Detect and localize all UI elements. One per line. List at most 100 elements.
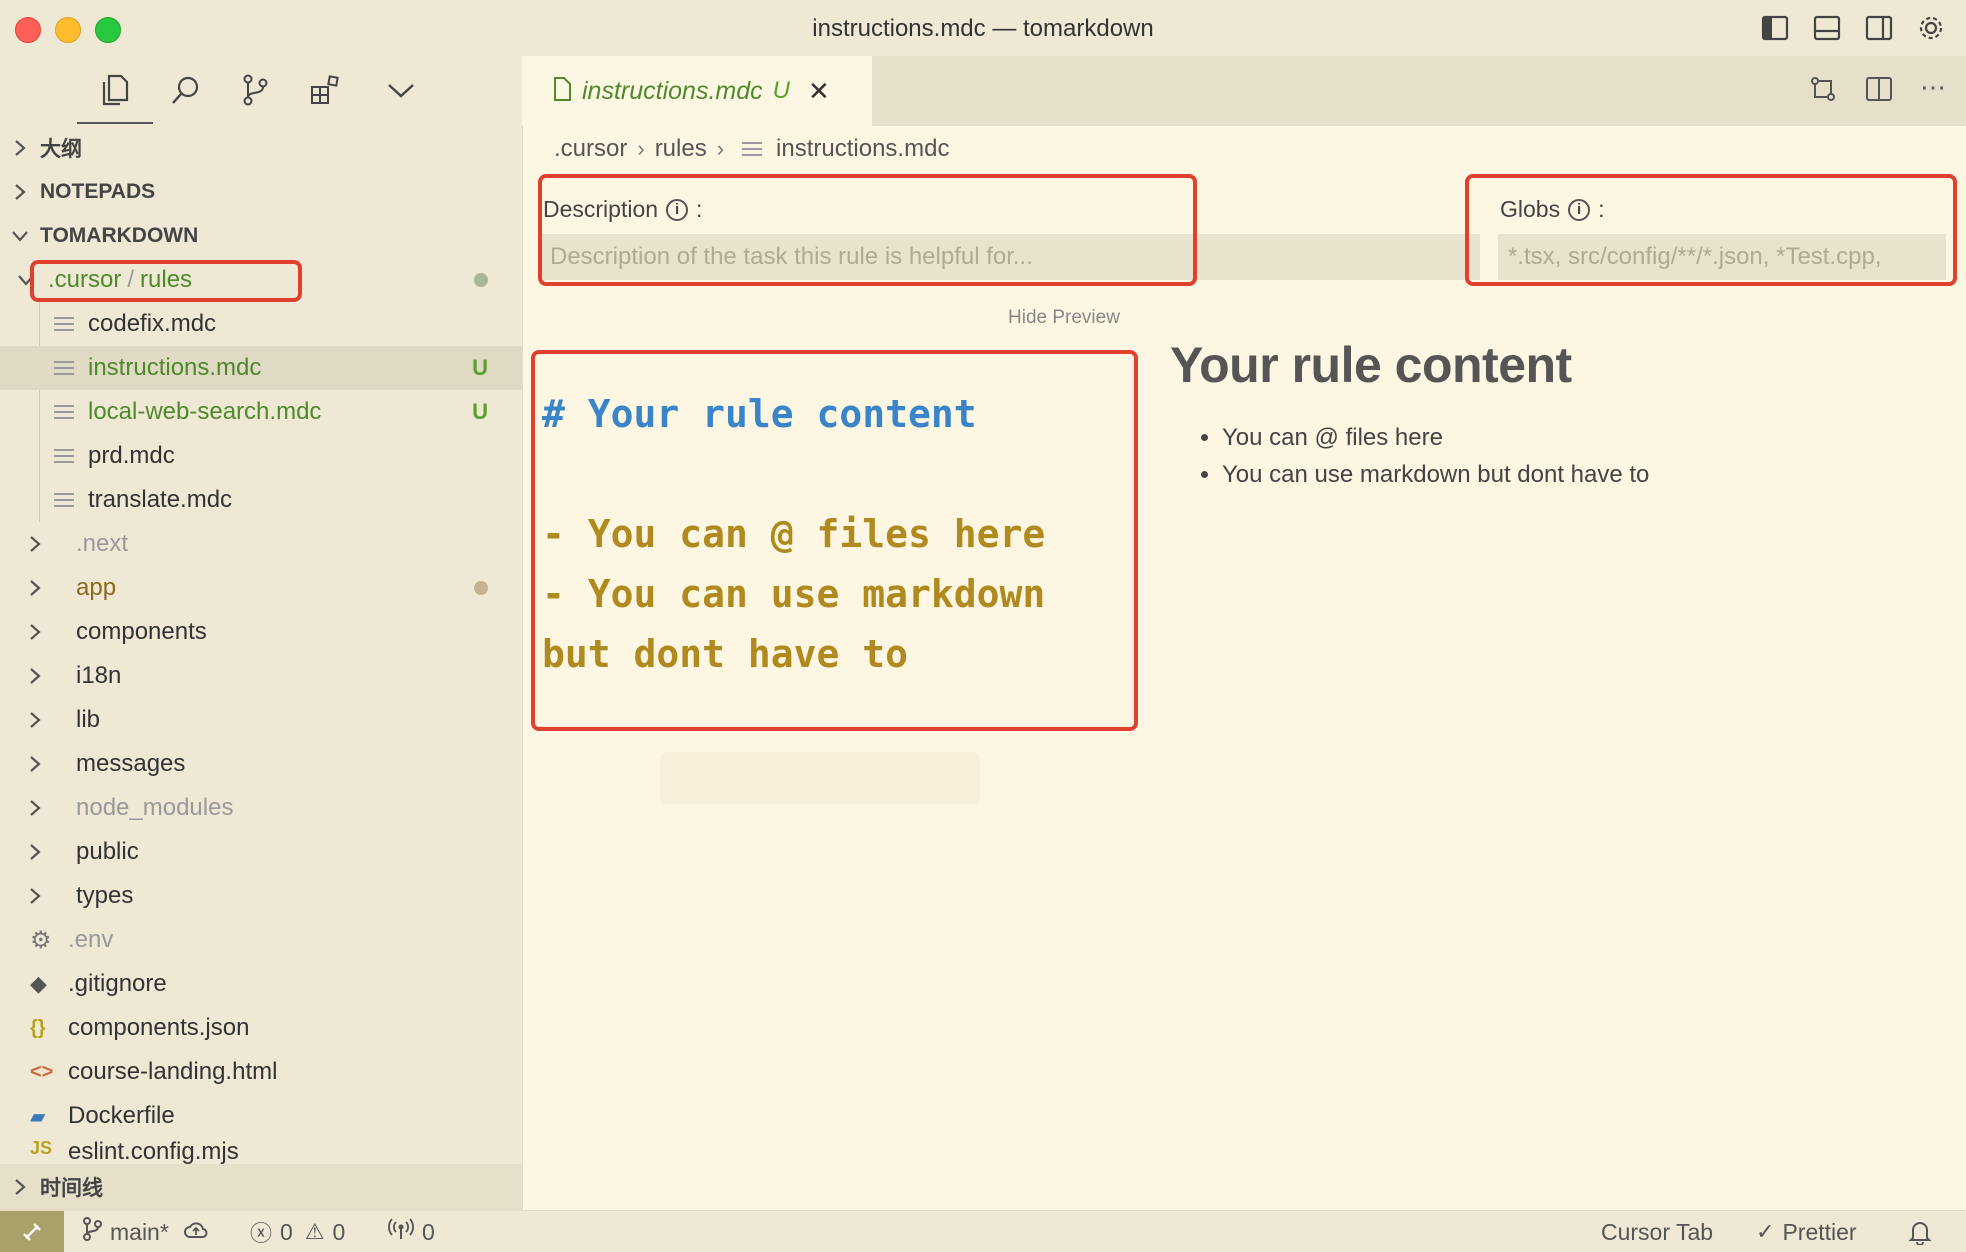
breadcrumb-item[interactable]: instructions.mdc <box>776 135 949 163</box>
chevron-right-icon <box>0 754 62 774</box>
folder-messages[interactable]: messages <box>0 742 522 786</box>
outline-section-header[interactable]: 大纲 <box>0 126 522 170</box>
file-lines-icon <box>54 361 74 375</box>
breadcrumb-item[interactable]: .cursor <box>554 135 627 163</box>
app-window: instructions.mdc — tomarkdown 大纲 NOTEPAD… <box>0 0 1966 1252</box>
chevron-right-icon <box>0 534 62 554</box>
close-tab-icon[interactable]: ✕ <box>808 76 830 107</box>
html-brackets-icon: <> <box>30 1060 54 1083</box>
file-lines-icon <box>54 493 74 507</box>
file-eslint-config[interactable]: JS eslint.config.mjs <box>0 1138 522 1164</box>
folder-label: app <box>76 574 117 601</box>
search-icon[interactable] <box>164 68 208 112</box>
file-instructions-selected[interactable]: instructions.mdc U <box>0 346 522 390</box>
file-prd[interactable]: prd.mdc <box>0 434 522 478</box>
folder-app[interactable]: app <box>0 566 522 610</box>
file-lines-icon <box>54 405 74 419</box>
folder-label: messages <box>76 750 186 777</box>
modified-dot <box>474 273 488 287</box>
split-editor-icon[interactable] <box>1864 74 1894 109</box>
folder-label: i18n <box>76 662 122 689</box>
toggle-secondary-sidebar-icon[interactable] <box>1862 12 1896 44</box>
prettier-status[interactable]: ✓ Prettier <box>1756 1211 1857 1252</box>
folder-next[interactable]: .next <box>0 522 522 566</box>
more-actions-icon[interactable]: ⋯ <box>1920 74 1946 109</box>
project-section-header[interactable]: TOMARKDOWN <box>0 214 522 258</box>
extensions-icon[interactable] <box>303 68 347 112</box>
notepads-section-header[interactable]: NOTEPADS <box>0 170 522 214</box>
folder-label: node_modules <box>76 794 234 821</box>
preview-list-item: You can use markdown but dont have to <box>1222 461 1649 498</box>
file-dockerfile[interactable]: ▰ Dockerfile <box>0 1094 522 1138</box>
git-branch-icon <box>82 1216 102 1248</box>
file-label: prd.mdc <box>88 442 175 469</box>
file-local-web-search[interactable]: local-web-search.mdc U <box>0 390 522 434</box>
cursor-tab-status[interactable]: Cursor Tab <box>1601 1211 1713 1252</box>
branch-indicator[interactable]: main* <box>82 1211 209 1252</box>
chevron-right-icon <box>0 710 62 730</box>
file-label: course-landing.html <box>68 1058 278 1085</box>
file-translate[interactable]: translate.mdc <box>0 478 522 522</box>
problems-indicator[interactable]: ⓧ 0 ⚠ 0 <box>250 1211 345 1252</box>
tab-untracked-badge: U <box>772 77 790 104</box>
folder-node-modules[interactable]: node_modules <box>0 786 522 830</box>
timeline-section-header[interactable]: 时间线 <box>0 1164 522 1210</box>
toggle-panel-icon[interactable] <box>1810 12 1844 44</box>
file-label: instructions.mdc <box>88 354 262 381</box>
file-env[interactable]: ⚙ .env <box>0 918 522 962</box>
chevron-right-icon <box>0 666 62 686</box>
broadcast-antenna-icon <box>388 1218 414 1246</box>
ports-indicator[interactable]: 0 <box>388 1211 435 1252</box>
folder-label: types <box>76 882 134 909</box>
faded-overlay <box>660 752 980 804</box>
file-label: .gitignore <box>68 970 167 997</box>
file-lines-icon <box>54 449 74 463</box>
notepads-section-label: NOTEPADS <box>40 180 156 203</box>
file-gitignore[interactable]: ◆ .gitignore <box>0 962 522 1006</box>
highlight-globs-box <box>1465 174 1957 286</box>
folder-label: .next <box>76 530 129 557</box>
settings-gear-icon[interactable] <box>1914 12 1948 44</box>
file-label: translate.mdc <box>88 486 233 513</box>
title-bar: instructions.mdc — tomarkdown <box>0 0 1966 56</box>
cloud-sync-icon[interactable] <box>183 1219 209 1246</box>
breadcrumb-item[interactable]: rules <box>655 135 707 163</box>
notifications-bell-icon[interactable] <box>1908 1211 1932 1252</box>
highlight-description-box <box>538 174 1197 286</box>
toggle-primary-sidebar-icon[interactable] <box>1758 12 1792 44</box>
outline-section-label: 大纲 <box>40 138 82 161</box>
file-label: .env <box>68 926 114 953</box>
ports-count: 0 <box>422 1218 435 1245</box>
folder-components[interactable]: components <box>0 610 522 654</box>
chevron-right-icon <box>0 622 62 642</box>
file-label: codefix.mdc <box>88 310 217 337</box>
chevron-right-icon <box>0 798 62 818</box>
file-components-json[interactable]: {} components.json <box>0 1006 522 1050</box>
file-tab-icon <box>552 76 572 107</box>
folder-types[interactable]: types <box>0 874 522 918</box>
chevron-right-icon <box>0 1177 40 1197</box>
folder-i18n[interactable]: i18n <box>0 654 522 698</box>
double-check-icon: ✓ <box>1756 1219 1775 1244</box>
preview-list: You can @ files here You can use markdow… <box>1222 424 1649 498</box>
compare-changes-icon[interactable] <box>1808 74 1838 109</box>
explorer-files-icon[interactable] <box>77 68 153 124</box>
branch-name: main* <box>110 1218 169 1245</box>
chevron-down-icon[interactable] <box>379 68 423 112</box>
breadcrumb: .cursor › rules › instructions.mdc <box>554 130 949 168</box>
folder-public[interactable]: public <box>0 830 522 874</box>
error-count: 0 <box>280 1218 293 1245</box>
tab-title: instructions.mdc <box>582 76 763 105</box>
file-course-landing[interactable]: <> course-landing.html <box>0 1050 522 1094</box>
activity-bar <box>0 56 522 126</box>
remote-indicator-icon[interactable] <box>0 1211 64 1252</box>
window-title: instructions.mdc — tomarkdown <box>812 15 1154 42</box>
hide-preview-link[interactable]: Hide Preview <box>1008 307 1120 329</box>
file-codefix[interactable]: codefix.mdc <box>0 302 522 346</box>
docker-whale-icon: ▰ <box>30 1105 46 1128</box>
chevron-right-icon: › <box>637 136 645 161</box>
source-control-icon[interactable] <box>233 68 277 112</box>
tab-instructions-mdc[interactable]: instructions.mdc U ✕ <box>522 56 872 126</box>
folder-lib[interactable]: lib <box>0 698 522 742</box>
warning-count: 0 <box>332 1218 346 1245</box>
